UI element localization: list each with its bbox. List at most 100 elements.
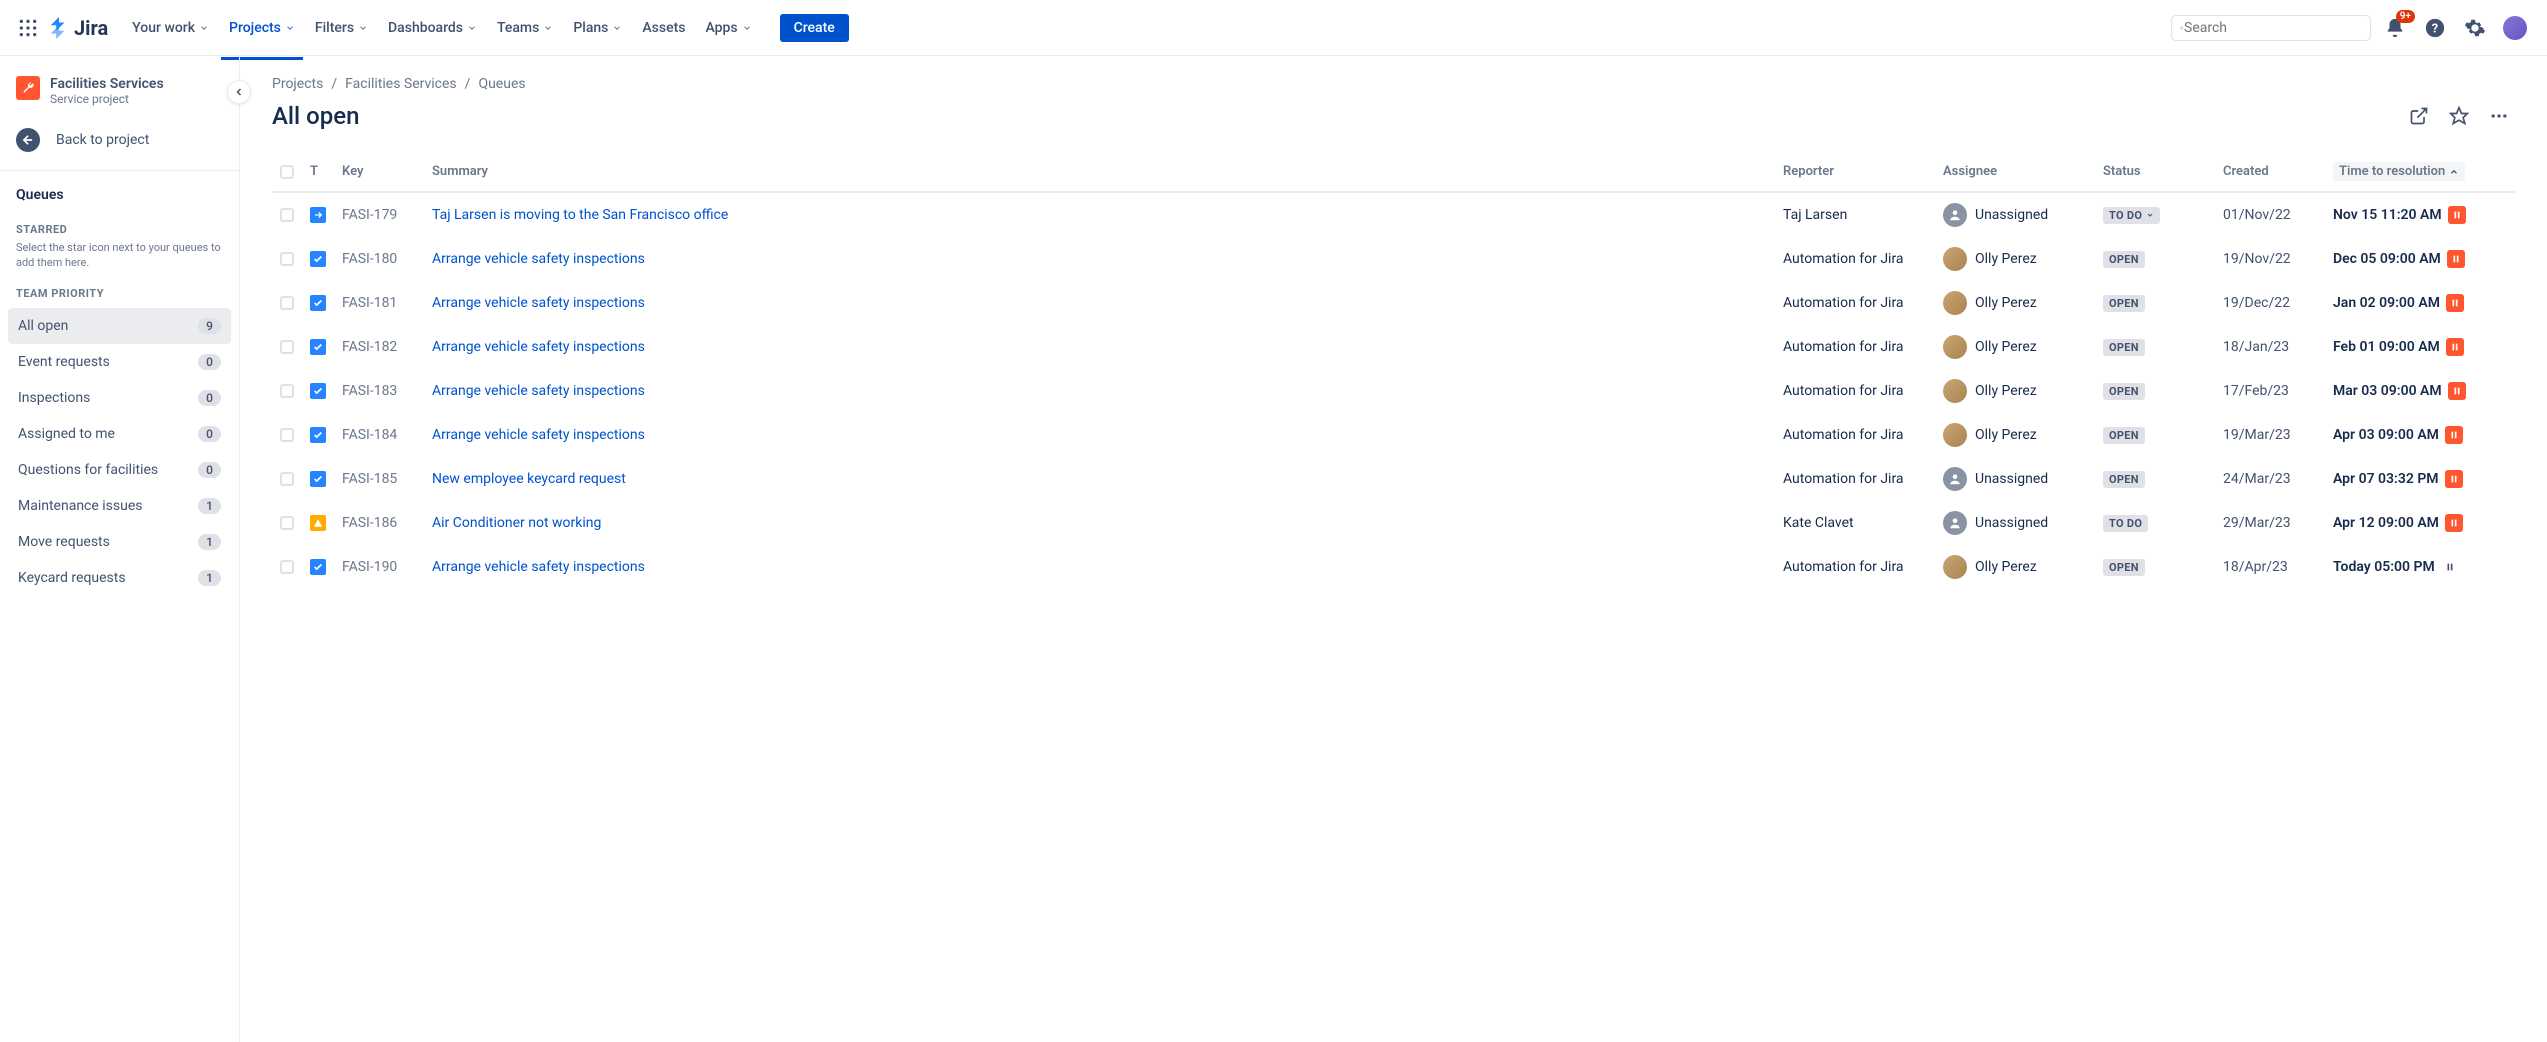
table-row[interactable]: FASI-184 Arrange vehicle safety inspectio… — [272, 413, 2515, 457]
nav-item-assets[interactable]: Assets — [634, 12, 693, 44]
table-row[interactable]: FASI-186Air Conditioner not workingKate … — [272, 501, 2515, 545]
breadcrumb-queues[interactable]: Queues — [478, 76, 525, 92]
nav-item-plans[interactable]: Plans — [565, 12, 630, 44]
more-button[interactable] — [2483, 100, 2515, 132]
status-lozenge[interactable]: OPEN — [2103, 559, 2145, 576]
queue-item-event-requests[interactable]: Event requests0 — [8, 344, 231, 380]
table-row[interactable]: FASI-183Arrange vehicle safety inspectio… — [272, 369, 2515, 413]
row-checkbox[interactable] — [280, 296, 294, 310]
queue-item-move-requests[interactable]: Move requests1 — [8, 524, 231, 560]
col-ttr[interactable]: Time to resolution — [2325, 152, 2515, 192]
nav-item-teams[interactable]: Teams — [489, 12, 561, 44]
profile-button[interactable] — [2499, 12, 2531, 44]
help-button[interactable]: ? — [2419, 12, 2451, 44]
collapse-sidebar-button[interactable] — [227, 80, 251, 104]
back-to-project-link[interactable]: Back to project — [0, 118, 239, 162]
issue-key: FASI-184 — [334, 413, 424, 457]
status-lozenge[interactable]: TO DO — [2103, 207, 2160, 224]
issue-summary-link[interactable]: Arrange vehicle safety inspections — [432, 383, 645, 399]
table-row[interactable]: FASI-182Arrange vehicle safety inspectio… — [272, 325, 2515, 369]
issue-summary-link[interactable]: Arrange vehicle safety inspections — [432, 427, 645, 443]
table-row[interactable]: FASI-181Arrange vehicle safety inspectio… — [272, 281, 2515, 325]
created-cell: 18/Apr/23 — [2215, 545, 2325, 589]
team-priority-label: TEAM PRIORITY — [0, 275, 239, 304]
open-external-button[interactable] — [2403, 100, 2435, 132]
issue-summary-link[interactable]: Arrange vehicle safety inspections — [432, 559, 645, 575]
issue-summary-link[interactable]: Arrange vehicle safety inspections — [432, 295, 645, 311]
table-row[interactable]: FASI-190Arrange vehicle safety inspectio… — [272, 545, 2515, 589]
external-link-icon — [2409, 106, 2429, 126]
search-input[interactable] — [2184, 20, 2362, 36]
created-cell: 24/Mar/23 — [2215, 457, 2325, 501]
table-row[interactable]: FASI-179Taj Larsen is moving to the San … — [272, 192, 2515, 237]
select-all-checkbox[interactable] — [280, 165, 294, 179]
nav-item-apps[interactable]: Apps — [697, 12, 759, 44]
search-box[interactable] — [2171, 15, 2371, 41]
more-icon — [2489, 106, 2509, 126]
assignee-cell[interactable]: Unassigned — [1943, 467, 2087, 491]
settings-button[interactable] — [2459, 12, 2491, 44]
assignee-cell[interactable]: Olly Perez — [1943, 291, 2087, 315]
status-lozenge[interactable]: OPEN — [2103, 339, 2145, 356]
ttr-cell: Nov 15 11:20 AM — [2333, 206, 2507, 224]
col-assignee[interactable]: Assignee — [1935, 152, 2095, 192]
queue-item-maintenance-issues[interactable]: Maintenance issues1 — [8, 488, 231, 524]
assignee-cell[interactable]: Olly Perez — [1943, 247, 2087, 271]
col-type[interactable]: T — [302, 152, 334, 192]
assignee-cell[interactable]: Olly Perez — [1943, 555, 2087, 579]
row-checkbox[interactable] — [280, 252, 294, 266]
status-lozenge[interactable]: OPEN — [2103, 251, 2145, 268]
reporter-cell: Kate Clavet — [1775, 501, 1935, 545]
queue-item-inspections[interactable]: Inspections0 — [8, 380, 231, 416]
status-lozenge[interactable]: TO DO — [2103, 515, 2148, 532]
app-switcher-icon[interactable] — [16, 16, 40, 40]
queue-item-questions-for-facilities[interactable]: Questions for facilities0 — [8, 452, 231, 488]
issue-summary-link[interactable]: Arrange vehicle safety inspections — [432, 339, 645, 355]
row-checkbox[interactable] — [280, 208, 294, 222]
assignee-cell[interactable]: Unassigned — [1943, 203, 2087, 227]
nav-item-your-work[interactable]: Your work — [124, 12, 217, 44]
status-lozenge[interactable]: OPEN — [2103, 427, 2145, 444]
queue-item-keycard-requests[interactable]: Keycard requests1 — [8, 560, 231, 596]
row-checkbox[interactable] — [280, 560, 294, 574]
status-lozenge[interactable]: OPEN — [2103, 471, 2145, 488]
assignee-cell[interactable]: Unassigned — [1943, 511, 2087, 535]
status-lozenge[interactable]: OPEN — [2103, 295, 2145, 312]
issue-summary-link[interactable]: Air Conditioner not working — [432, 515, 601, 531]
task-icon — [310, 559, 326, 575]
table-row[interactable]: FASI-185New employee keycard requestAuto… — [272, 457, 2515, 501]
breadcrumb-projects[interactable]: Projects — [272, 76, 323, 92]
col-key[interactable]: Key — [334, 152, 424, 192]
nav-item-dashboards[interactable]: Dashboards — [380, 12, 485, 44]
assignee-cell[interactable]: Olly Perez — [1943, 379, 2087, 403]
col-reporter[interactable]: Reporter — [1775, 152, 1935, 192]
pause-icon — [2448, 206, 2466, 224]
col-status[interactable]: Status — [2095, 152, 2215, 192]
table-row[interactable]: FASI-180Arrange vehicle safety inspectio… — [272, 237, 2515, 281]
row-checkbox[interactable] — [280, 516, 294, 530]
create-button[interactable]: Create — [780, 14, 849, 42]
queue-item-assigned-to-me[interactable]: Assigned to me0 — [8, 416, 231, 452]
row-checkbox[interactable] — [280, 428, 294, 442]
task-icon — [310, 427, 326, 443]
jira-logo[interactable]: Jira — [48, 16, 108, 40]
row-checkbox[interactable] — [280, 340, 294, 354]
queue-count: 1 — [198, 570, 221, 586]
assignee-cell[interactable]: Olly Perez — [1943, 335, 2087, 359]
nav-item-projects[interactable]: Projects — [221, 12, 303, 44]
notifications-button[interactable]: 9+ — [2379, 12, 2411, 44]
nav-item-filters[interactable]: Filters — [307, 12, 376, 44]
col-summary[interactable]: Summary — [424, 152, 1775, 192]
assignee-cell[interactable]: Olly Perez — [1943, 423, 2087, 447]
issue-summary-link[interactable]: Taj Larsen is moving to the San Francisc… — [432, 207, 728, 223]
issue-summary-link[interactable]: Arrange vehicle safety inspections — [432, 251, 645, 267]
queue-item-all-open[interactable]: All open9 — [8, 308, 231, 344]
status-lozenge[interactable]: OPEN — [2103, 383, 2145, 400]
issue-summary-link[interactable]: New employee keycard request — [432, 471, 626, 487]
star-button[interactable] — [2443, 100, 2475, 132]
avatar-icon — [2503, 16, 2527, 40]
row-checkbox[interactable] — [280, 472, 294, 486]
col-created[interactable]: Created — [2215, 152, 2325, 192]
row-checkbox[interactable] — [280, 384, 294, 398]
breadcrumb-facilities[interactable]: Facilities Services — [345, 76, 457, 92]
